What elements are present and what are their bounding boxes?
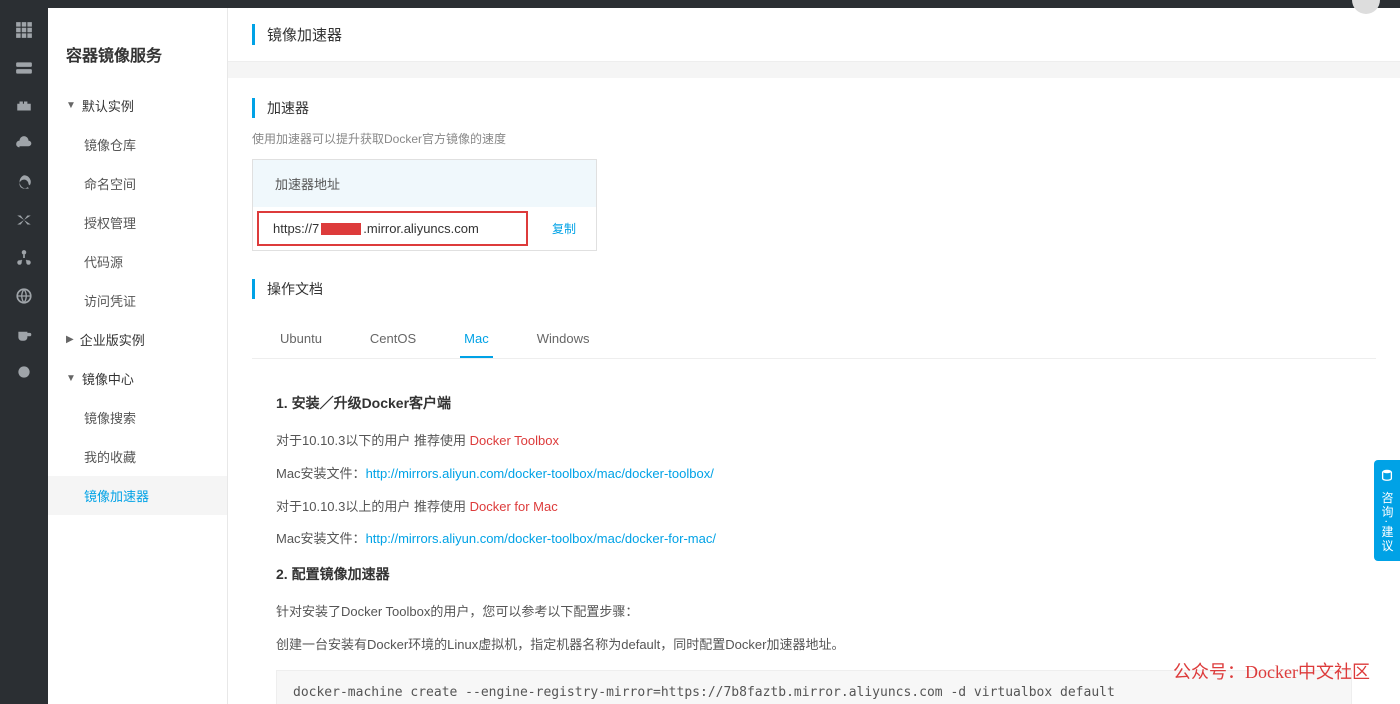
section-title-docs: 操作文档 xyxy=(252,279,1376,299)
doc-heading-1: 1. 安装／升级Docker客户端 xyxy=(276,393,1352,413)
nodes-icon[interactable] xyxy=(14,248,34,268)
tab-mac[interactable]: Mac xyxy=(460,321,493,358)
address-field[interactable]: https://7.mirror.aliyuncs.com xyxy=(257,211,528,246)
copy-link[interactable]: 复制 xyxy=(532,220,596,237)
main-content: 镜像加速器 加速器 使用加速器可以提升获取Docker官方镜像的速度 加速器地址… xyxy=(228,0,1400,704)
sidebar-item-search[interactable]: 镜像搜索 xyxy=(48,398,227,437)
sync-icon[interactable] xyxy=(14,172,34,192)
container-icon[interactable] xyxy=(14,96,34,116)
chevron-down-icon: ▼ xyxy=(66,100,76,111)
tree-default-instance[interactable]: ▼默认实例 xyxy=(48,86,227,125)
doc-line: Mac安装文件：http://mirrors.aliyun.com/docker… xyxy=(276,529,1352,550)
feedback-button[interactable]: 咨询·建议 xyxy=(1374,460,1400,561)
accelerator-desc: 使用加速器可以提升获取Docker官方镜像的速度 xyxy=(252,130,1376,147)
docker-for-mac-link[interactable]: http://mirrors.aliyun.com/docker-toolbox… xyxy=(366,531,716,546)
icon-rail xyxy=(0,0,48,704)
docker-toolbox-text: Docker Toolbox xyxy=(470,433,559,448)
section-title-accelerator: 加速器 xyxy=(252,98,1376,118)
address-box: 加速器地址 https://7.mirror.aliyuncs.com 复制 xyxy=(252,159,597,251)
sidebar-item-auth[interactable]: 授权管理 xyxy=(48,203,227,242)
sidebar-item-source[interactable]: 代码源 xyxy=(48,242,227,281)
tab-centos[interactable]: CentOS xyxy=(366,321,420,358)
sidebar: 容器镜像服务 ▼默认实例 镜像仓库 命名空间 授权管理 代码源 访问凭证 ▶企业… xyxy=(48,0,228,704)
sidebar-item-credentials[interactable]: 访问凭证 xyxy=(48,281,227,320)
tree-enterprise[interactable]: ▶企业版实例 xyxy=(48,320,227,359)
page-title: 镜像加速器 xyxy=(252,24,1376,45)
doc-body: 1. 安装／升级Docker客户端 对于10.10.3以下的用户 推荐使用 Do… xyxy=(252,359,1376,704)
database-icon xyxy=(1380,468,1394,482)
apps-icon[interactable] xyxy=(14,20,34,40)
doc-line: 针对安装了Docker Toolbox的用户，您可以参考以下配置步骤： xyxy=(276,602,1352,623)
cloud-icon[interactable] xyxy=(14,134,34,154)
accelerator-panel: 加速器 使用加速器可以提升获取Docker官方镜像的速度 加速器地址 https… xyxy=(228,78,1400,704)
circle-icon[interactable] xyxy=(14,362,34,382)
tree-image-center[interactable]: ▼镜像中心 xyxy=(48,359,227,398)
sidebar-title: 容器镜像服务 xyxy=(48,30,227,86)
doc-heading-2: 2. 配置镜像加速器 xyxy=(276,564,1352,584)
docker-for-mac-text: Docker for Mac xyxy=(470,499,558,514)
doc-line: Mac安装文件：http://mirrors.aliyun.com/docker… xyxy=(276,464,1352,485)
sidebar-item-repos[interactable]: 镜像仓库 xyxy=(48,125,227,164)
watermark: 公众号：Docker中文社区 xyxy=(1173,658,1370,684)
docs-tabs: Ubuntu CentOS Mac Windows xyxy=(252,311,1376,359)
doc-line: 对于10.10.3以下的用户 推荐使用 Docker Toolbox xyxy=(276,431,1352,452)
doc-line: 对于10.10.3以上的用户 推荐使用 Docker for Mac xyxy=(276,497,1352,518)
toolbox-link[interactable]: http://mirrors.aliyun.com/docker-toolbox… xyxy=(366,466,714,481)
redacted-segment xyxy=(321,223,361,235)
coffee-icon[interactable] xyxy=(14,324,34,344)
server-icon[interactable] xyxy=(14,58,34,78)
page-header: 镜像加速器 xyxy=(228,8,1400,62)
address-label: 加速器地址 xyxy=(253,160,596,207)
address-value: https://7.mirror.aliyuncs.com xyxy=(273,221,479,236)
tab-windows[interactable]: Windows xyxy=(533,321,594,358)
globe-icon[interactable] xyxy=(14,286,34,306)
chevron-right-icon: ▶ xyxy=(66,334,74,345)
tab-ubuntu[interactable]: Ubuntu xyxy=(276,321,326,358)
doc-line: 创建一台安装有Docker环境的Linux虚拟机，指定机器名称为default，… xyxy=(276,635,1352,656)
sidebar-item-namespace[interactable]: 命名空间 xyxy=(48,164,227,203)
chevron-down-icon: ▼ xyxy=(66,373,76,384)
sidebar-item-accelerator[interactable]: 镜像加速器 xyxy=(48,476,227,515)
sidebar-item-favorites[interactable]: 我的收藏 xyxy=(48,437,227,476)
shuffle-icon[interactable] xyxy=(14,210,34,230)
